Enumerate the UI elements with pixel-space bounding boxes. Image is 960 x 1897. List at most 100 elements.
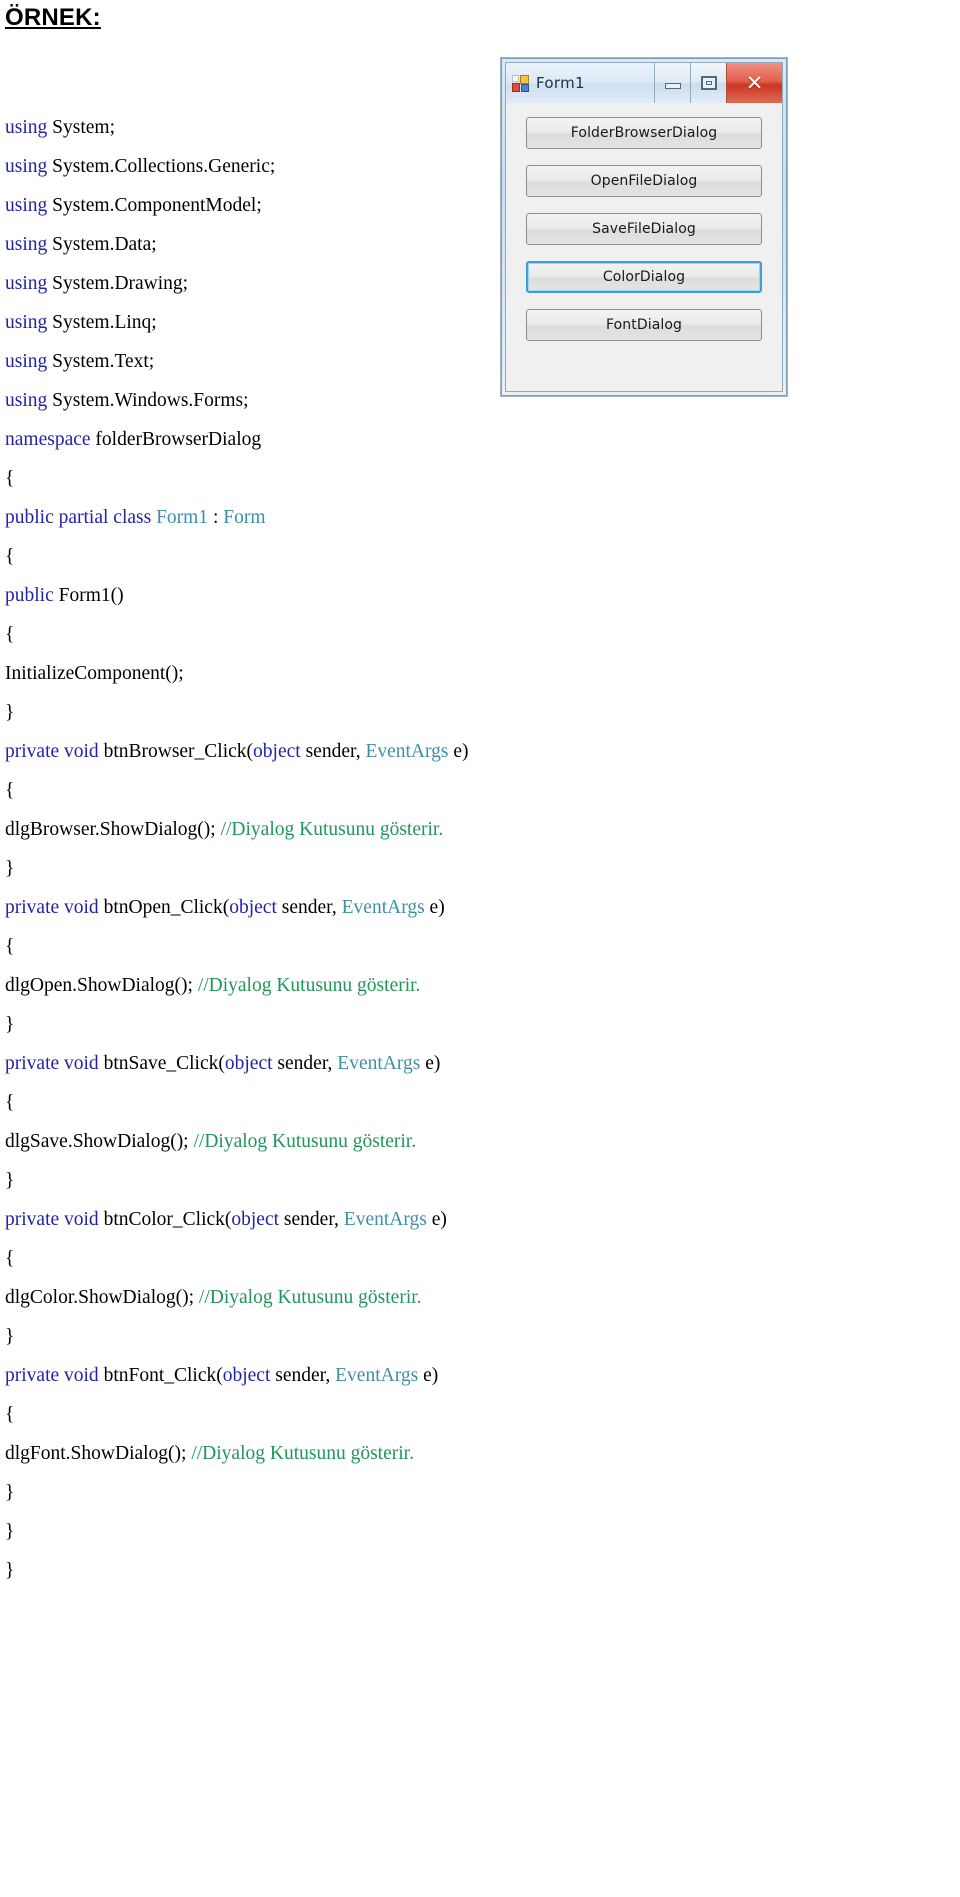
code-line: dlgFont.ShowDialog(); //Diyalog Kutusunu… (5, 1434, 605, 1473)
code-line: public partial class Form1 : Form (5, 498, 605, 537)
code-line: private void btnColor_Click(object sende… (5, 1200, 605, 1239)
code-token-pln: sender, (270, 1365, 336, 1386)
code-token-pln: e) (418, 1365, 439, 1386)
close-button[interactable]: ✕ (726, 63, 782, 103)
code-token-pln: dlgOpen.ShowDialog(); (5, 975, 198, 996)
code-token-pln: { (5, 936, 15, 957)
code-line: } (5, 693, 605, 732)
code-token-pln: dlgBrowser.ShowDialog(); (5, 819, 221, 840)
code-token-pln: btnOpen_Click( (103, 897, 230, 918)
code-token-pln: } (5, 1326, 15, 1347)
code-line: { (5, 1395, 605, 1434)
form-button-colordialog[interactable]: ColorDialog (526, 261, 762, 293)
code-token-pln: sender, (276, 897, 342, 918)
code-line: } (5, 1005, 605, 1044)
code-token-cmt: //Diyalog Kutusunu gösterir. (193, 1131, 417, 1152)
form-button-fontdialog[interactable]: FontDialog (526, 309, 762, 341)
code-token-pln: btnColor_Click( (103, 1209, 232, 1230)
code-token-pln: { (5, 780, 15, 801)
code-token-pln: } (5, 1014, 15, 1035)
close-icon: ✕ (745, 70, 764, 95)
code-token-pln: } (5, 1560, 15, 1581)
code-token-kw: private void (5, 1209, 104, 1230)
code-token-kw: object (229, 897, 277, 918)
code-token-pln: System.Linq; (52, 312, 157, 333)
code-token-pln: { (5, 1248, 15, 1269)
code-token-pln: { (5, 1404, 15, 1425)
code-token-pln: System.Windows.Forms; (52, 390, 249, 411)
code-token-pln: e) (420, 1053, 441, 1074)
minimize-icon (664, 82, 681, 89)
code-line: { (5, 1239, 605, 1278)
code-token-pln: System.Data; (52, 234, 157, 255)
code-token-kw: private void (5, 1365, 104, 1386)
code-line: private void btnOpen_Click(object sender… (5, 888, 605, 927)
code-token-kw: using (5, 312, 53, 333)
code-token-pln: { (5, 546, 15, 567)
code-token-pln: btnSave_Click( (103, 1053, 225, 1074)
code-token-typ: EventArgs (337, 1053, 421, 1074)
form-window-title: Form1 (536, 74, 585, 92)
code-token-cmt: //Diyalog Kutusunu gösterir. (191, 1443, 414, 1464)
code-token-kw: private void (5, 897, 104, 918)
code-line: } (5, 1161, 605, 1200)
code-token-pln: { (5, 468, 15, 489)
code-token-kw: object (253, 741, 301, 762)
code-line: public Form1() (5, 576, 605, 615)
code-line: } (5, 849, 605, 888)
code-token-kw: public (5, 585, 59, 606)
code-token-pln: { (5, 624, 15, 645)
code-token-typ: EventArgs (341, 897, 425, 918)
code-token-pln: } (5, 702, 15, 723)
code-token-pln: btnFont_Click( (103, 1365, 223, 1386)
code-line: { (5, 537, 605, 576)
code-token-kw: private void (5, 741, 104, 762)
code-token-kw: using (5, 117, 53, 138)
code-token-pln: dlgSave.ShowDialog(); (5, 1131, 194, 1152)
form-title-bar[interactable]: Form1 ✕ (505, 62, 783, 103)
code-token-kw: public partial class (5, 507, 157, 528)
code-token-kw: object (224, 1053, 273, 1074)
code-token-kw: using (5, 390, 53, 411)
code-token-typ: EventArgs (365, 741, 449, 762)
code-line: } (5, 1512, 605, 1551)
code-token-pln: { (5, 1092, 15, 1113)
form-window-frame: Form1 ✕ FolderBrowserDialog OpenFileDialo… (501, 58, 787, 396)
code-token-kw: object (222, 1365, 271, 1386)
code-token-pln: dlgFont.ShowDialog(); (5, 1443, 192, 1464)
code-line: dlgOpen.ShowDialog(); //Diyalog Kutusunu… (5, 966, 605, 1005)
form-button-openfiledialog[interactable]: OpenFileDialog (526, 165, 762, 197)
code-token-kw: using (5, 234, 53, 255)
code-token-cmt: //Diyalog Kutusunu gösterir. (197, 975, 421, 996)
code-token-kw: using (5, 195, 53, 216)
form-button-folderbrowserdialog[interactable]: FolderBrowserDialog (526, 117, 762, 149)
code-token-typ: Form (223, 507, 266, 528)
code-token-pln: : (208, 507, 224, 528)
minimize-button[interactable] (654, 63, 690, 103)
code-token-pln: sender, (300, 741, 366, 762)
code-line: InitializeComponent(); (5, 654, 605, 693)
code-token-pln: e) (448, 741, 469, 762)
code-token-pln: InitializeComponent(); (5, 663, 184, 684)
code-token-pln: sender, (279, 1209, 344, 1230)
code-token-pln: System.ComponentModel; (52, 195, 262, 216)
maximize-button[interactable] (690, 63, 726, 103)
code-token-kw: using (5, 273, 53, 294)
code-line: } (5, 1473, 605, 1512)
code-token-kw: object (231, 1209, 280, 1230)
code-token-kw: using (5, 156, 53, 177)
code-token-pln: dlgColor.ShowDialog(); (5, 1287, 199, 1308)
maximize-icon (700, 76, 717, 90)
code-line: private void btnFont_Click(object sender… (5, 1356, 605, 1395)
code-line: dlgSave.ShowDialog(); //Diyalog Kutusunu… (5, 1122, 605, 1161)
code-token-pln: sender, (272, 1053, 338, 1074)
code-token-kw: using (5, 351, 53, 372)
form-button-savefiledialog[interactable]: SaveFileDialog (526, 213, 762, 245)
code-line: } (5, 1317, 605, 1356)
code-token-typ: EventArgs (335, 1365, 419, 1386)
code-token-pln: } (5, 858, 15, 879)
code-line: dlgBrowser.ShowDialog(); //Diyalog Kutus… (5, 810, 605, 849)
code-token-pln: btnBrowser_Click( (103, 741, 254, 762)
window-controls: ✕ (654, 63, 782, 103)
page-title: ÖRNEK: (5, 4, 101, 31)
